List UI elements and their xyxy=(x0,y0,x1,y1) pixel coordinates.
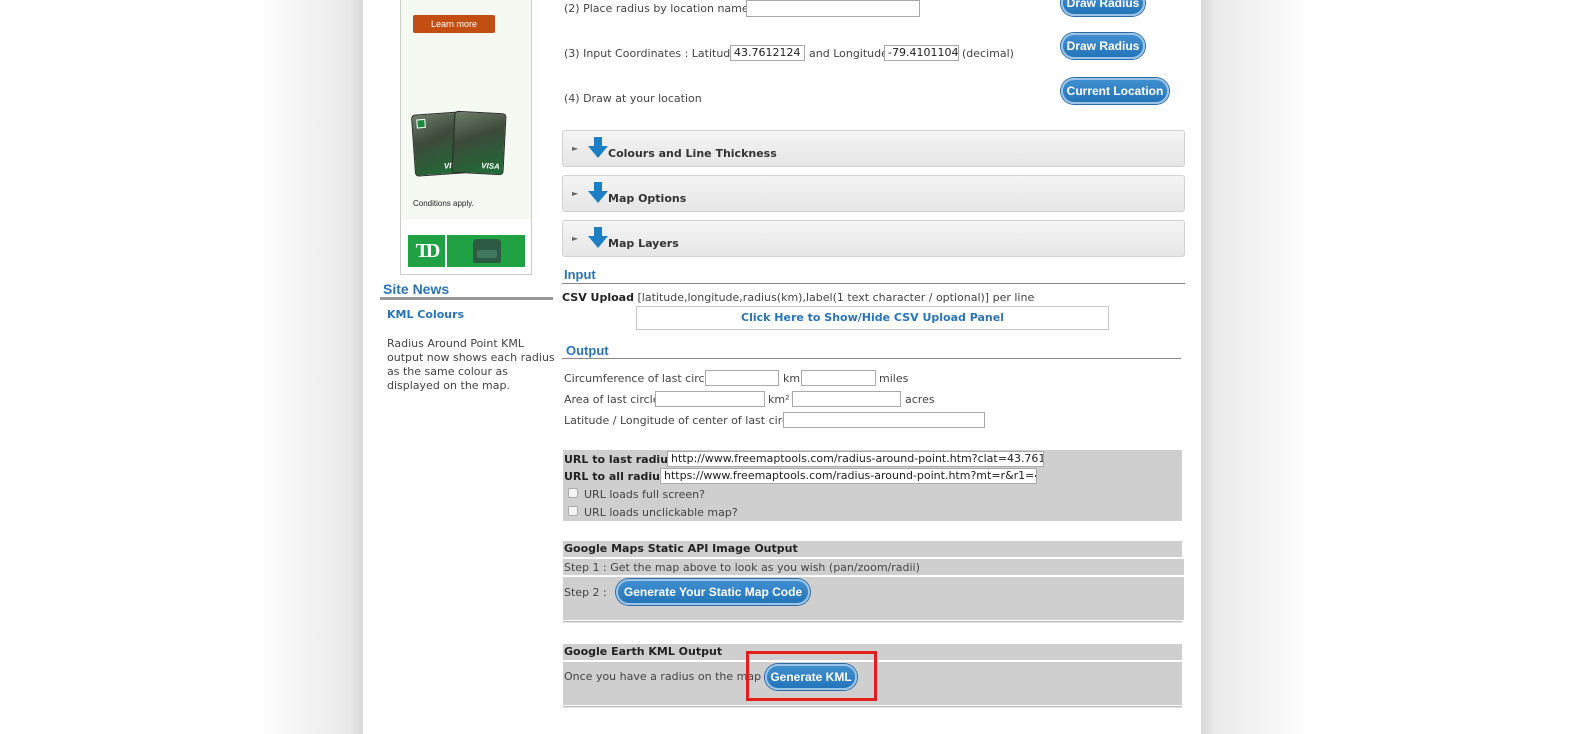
news-item-link[interactable]: KML Colours xyxy=(387,308,464,321)
latlng-center-field[interactable] xyxy=(783,412,985,428)
area-label: Area of last circle xyxy=(564,393,660,406)
url-all-radius-label: URL to all radius xyxy=(564,470,667,483)
csv-upload-label: CSV Upload xyxy=(562,291,634,304)
accordion-label: Map Options xyxy=(608,192,687,205)
armchair-image xyxy=(447,235,525,267)
output-section-divider xyxy=(562,358,1181,359)
expand-triangle-icon: ► xyxy=(572,144,579,153)
accordion-colours-line-thickness[interactable]: ► Colours and Line Thickness xyxy=(562,130,1185,167)
decimal-label: (decimal) xyxy=(962,47,1014,60)
credit-card-image: VISA xyxy=(451,110,507,176)
location-name-label: (2) Place radius by location name : xyxy=(564,2,756,15)
accordion-map-options[interactable]: ► Map Options xyxy=(562,175,1185,212)
csv-panel-toggle-button[interactable]: Click Here to Show/Hide CSV Upload Panel xyxy=(636,306,1109,330)
acres-unit-label: acres xyxy=(905,393,935,406)
csv-format-text: [latitude,longitude,radius(km),label(1 t… xyxy=(637,291,1035,304)
location-name-input[interactable] xyxy=(746,0,920,17)
expand-triangle-icon: ► xyxy=(572,234,579,243)
unclickable-map-label: URL loads unclickable map? xyxy=(584,506,738,519)
td-mini-logo-icon xyxy=(416,118,426,129)
latlng-center-label: Latitude / Longitude of center of last c… xyxy=(564,414,798,427)
site-news-title: Site News xyxy=(383,281,450,297)
full-screen-checkbox[interactable] xyxy=(568,488,578,498)
armchair-icon xyxy=(473,239,501,263)
draw-at-location-label: (4) Draw at your location xyxy=(564,92,702,105)
ad-learn-more-button[interactable]: Learn more xyxy=(413,15,495,33)
url-all-radius-field[interactable]: https://www.freemaptools.com/radius-arou… xyxy=(660,468,1037,484)
area-acres-field[interactable] xyxy=(792,391,901,407)
ad-footer: TD xyxy=(401,219,531,274)
down-arrow-icon xyxy=(588,227,608,248)
circumference-label: Circumference of last circle xyxy=(564,372,715,385)
input-section-title: Input xyxy=(564,267,596,282)
input-section-divider xyxy=(562,283,1185,284)
site-news-divider xyxy=(380,297,553,300)
section-divider xyxy=(563,621,1182,623)
unclickable-map-checkbox[interactable] xyxy=(568,506,578,516)
accordion-label: Colours and Line Thickness xyxy=(608,147,777,160)
down-arrow-icon xyxy=(588,182,608,203)
full-screen-label: URL loads full screen? xyxy=(584,488,705,501)
url-last-radius-field[interactable]: http://www.freemaptools.com/radius-aroun… xyxy=(667,451,1044,467)
generate-static-map-button[interactable]: Generate Your Static Map Code xyxy=(616,579,810,605)
highlight-box xyxy=(746,651,877,701)
area-km2-field[interactable] xyxy=(655,391,765,407)
td-logo: TD xyxy=(408,235,445,267)
accordion-label: Map Layers xyxy=(608,237,679,250)
circumference-miles-field[interactable] xyxy=(801,370,876,386)
accordion-map-layers[interactable]: ► Map Layers xyxy=(562,220,1185,257)
down-arrow-icon xyxy=(588,137,608,158)
ad-conditions-text: Conditions apply. xyxy=(413,199,474,208)
advertisement-banner[interactable]: Learn more VISA VISA Conditions apply. T… xyxy=(400,0,532,275)
longitude-input[interactable]: -79.4101104 xyxy=(884,45,959,61)
longitude-label: and Longitude xyxy=(809,47,888,60)
km2-unit-label: km² xyxy=(768,393,790,406)
page-shadow-right xyxy=(1201,0,1573,734)
csv-upload-line: CSV Upload [latitude,longitude,radius(km… xyxy=(562,291,1034,304)
expand-triangle-icon: ► xyxy=(572,189,579,198)
static-map-step2: Step 2 : xyxy=(564,586,607,599)
circumference-km-field[interactable] xyxy=(705,370,779,386)
section-divider xyxy=(563,706,1182,708)
static-map-step1: Step 1 : Get the map above to look as yo… xyxy=(564,561,920,574)
news-item-body: Radius Around Point KML output now shows… xyxy=(387,337,555,392)
latitude-input[interactable]: 43.7612124 xyxy=(730,45,805,61)
draw-radius-by-name-button[interactable]: Draw Radius xyxy=(1061,0,1145,16)
output-section-title: Output xyxy=(566,343,609,358)
coordinates-label: (3) Input Coordinates : Latitude xyxy=(564,47,738,60)
current-location-button[interactable]: Current Location xyxy=(1061,78,1169,104)
km-unit-label: km xyxy=(783,372,801,385)
visa-logo: VISA xyxy=(480,161,501,172)
url-last-radius-label: URL to last radius xyxy=(564,453,675,466)
static-map-title: Google Maps Static API Image Output xyxy=(564,542,798,555)
draw-radius-by-coordinates-button[interactable]: Draw Radius xyxy=(1061,33,1145,59)
miles-unit-label: miles xyxy=(879,372,909,385)
kml-label: Once you have a radius on the map : xyxy=(564,670,769,683)
kml-title: Google Earth KML Output xyxy=(564,645,723,658)
page-shadow-left xyxy=(0,0,363,734)
